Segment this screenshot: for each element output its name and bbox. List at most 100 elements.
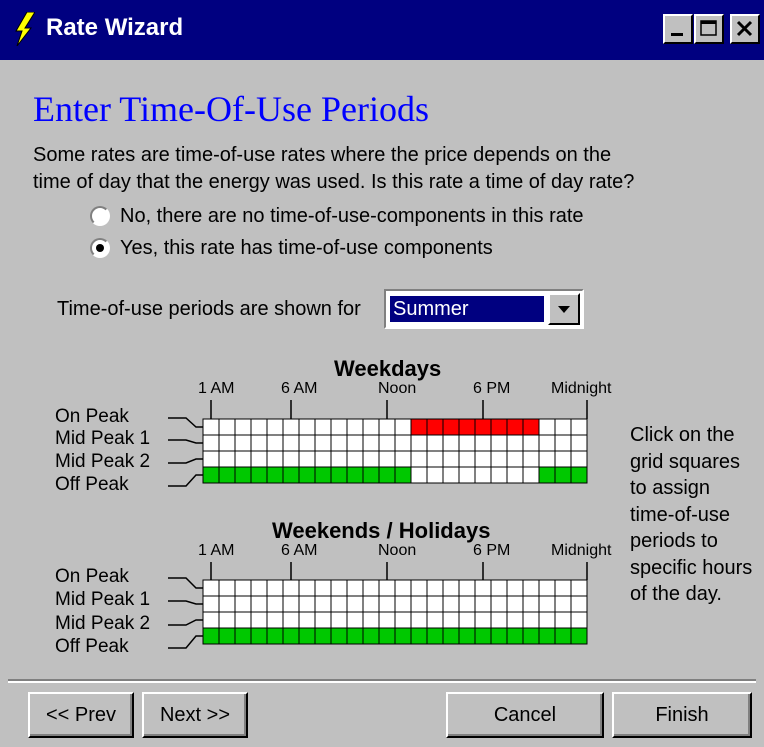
grid-cell[interactable] — [570, 595, 588, 613]
grid-cell[interactable] — [506, 595, 524, 613]
grid-cell[interactable] — [266, 579, 284, 597]
grid-cell[interactable] — [234, 627, 252, 645]
grid-cell[interactable] — [234, 611, 252, 629]
grid-cell[interactable] — [474, 418, 492, 436]
grid-cell[interactable] — [346, 418, 364, 436]
grid-cell[interactable] — [218, 595, 236, 613]
grid-cell[interactable] — [362, 450, 380, 468]
grid-cell[interactable] — [490, 627, 508, 645]
grid-cell[interactable] — [458, 434, 476, 452]
grid-cell[interactable] — [202, 627, 220, 645]
grid-cell[interactable] — [234, 418, 252, 436]
grid-cell[interactable] — [218, 627, 236, 645]
grid-cell[interactable] — [218, 418, 236, 436]
grid-cell[interactable] — [554, 595, 572, 613]
grid-cell[interactable] — [298, 595, 316, 613]
grid-cell[interactable] — [346, 579, 364, 597]
grid-cell[interactable] — [234, 450, 252, 468]
grid-cell[interactable] — [346, 595, 364, 613]
grid-cell[interactable] — [282, 418, 300, 436]
grid-cell[interactable] — [314, 579, 332, 597]
grid-cell[interactable] — [442, 466, 460, 484]
grid-cell[interactable] — [394, 611, 412, 629]
cancel-button[interactable]: Cancel — [446, 692, 604, 738]
grid-cell[interactable] — [378, 579, 396, 597]
grid-cell[interactable] — [506, 579, 524, 597]
grid-cell[interactable] — [298, 418, 316, 436]
grid-cell[interactable] — [378, 595, 396, 613]
grid-cell[interactable] — [522, 579, 540, 597]
grid-cell[interactable] — [554, 450, 572, 468]
grid-cell[interactable] — [282, 434, 300, 452]
grid-cell[interactable] — [314, 434, 332, 452]
grid-cell[interactable] — [426, 418, 444, 436]
grid-cell[interactable] — [314, 450, 332, 468]
grid-cell[interactable] — [394, 627, 412, 645]
grid-cell[interactable] — [506, 466, 524, 484]
grid-cell[interactable] — [506, 418, 524, 436]
grid-cell[interactable] — [202, 595, 220, 613]
grid-cell[interactable] — [250, 595, 268, 613]
grid-cell[interactable] — [410, 418, 428, 436]
grid-cell[interactable] — [218, 450, 236, 468]
grid-cell[interactable] — [426, 434, 444, 452]
grid-cell[interactable] — [202, 466, 220, 484]
grid-cell[interactable] — [570, 450, 588, 468]
grid-cell[interactable] — [250, 611, 268, 629]
grid-cell[interactable] — [570, 611, 588, 629]
grid-cell[interactable] — [522, 466, 540, 484]
grid-cell[interactable] — [570, 418, 588, 436]
grid-cell[interactable] — [330, 434, 348, 452]
grid-cell[interactable] — [538, 579, 556, 597]
next-button[interactable]: Next >> — [142, 692, 248, 738]
grid-cell[interactable] — [474, 579, 492, 597]
grid-cell[interactable] — [394, 450, 412, 468]
grid-cell[interactable] — [330, 466, 348, 484]
grid-cell[interactable] — [250, 418, 268, 436]
grid-cell[interactable] — [458, 418, 476, 436]
grid-cell[interactable] — [378, 466, 396, 484]
grid-cell[interactable] — [410, 434, 428, 452]
grid-cell[interactable] — [234, 434, 252, 452]
grid-cell[interactable] — [330, 595, 348, 613]
grid-cell[interactable] — [490, 579, 508, 597]
grid-cell[interactable] — [250, 627, 268, 645]
grid-cell[interactable] — [410, 466, 428, 484]
grid-cell[interactable] — [426, 611, 444, 629]
grid-cell[interactable] — [458, 466, 476, 484]
grid-cell[interactable] — [506, 627, 524, 645]
grid-cell[interactable] — [522, 595, 540, 613]
grid-cell[interactable] — [330, 450, 348, 468]
grid-cell[interactable] — [298, 579, 316, 597]
grid-cell[interactable] — [202, 579, 220, 597]
grid-cell[interactable] — [458, 611, 476, 629]
grid-cell[interactable] — [490, 466, 508, 484]
grid-cell[interactable] — [426, 595, 444, 613]
grid-cell[interactable] — [490, 434, 508, 452]
grid-cell[interactable] — [554, 434, 572, 452]
grid-cell[interactable] — [266, 466, 284, 484]
grid-cell[interactable] — [394, 434, 412, 452]
grid-cell[interactable] — [282, 466, 300, 484]
grid-cell[interactable] — [346, 434, 364, 452]
grid-cell[interactable] — [458, 595, 476, 613]
grid-cell[interactable] — [410, 595, 428, 613]
grid-cell[interactable] — [394, 595, 412, 613]
grid-cell[interactable] — [282, 450, 300, 468]
grid-cell[interactable] — [426, 466, 444, 484]
grid-cell[interactable] — [538, 595, 556, 613]
grid-cell[interactable] — [410, 627, 428, 645]
grid-cell[interactable] — [490, 450, 508, 468]
grid-cell[interactable] — [298, 466, 316, 484]
grid-cell[interactable] — [522, 627, 540, 645]
grid-cell[interactable] — [426, 627, 444, 645]
grid-cell[interactable] — [538, 466, 556, 484]
grid-cell[interactable] — [522, 434, 540, 452]
grid-cell[interactable] — [362, 466, 380, 484]
grid-cell[interactable] — [250, 466, 268, 484]
grid-cell[interactable] — [362, 627, 380, 645]
grid-cell[interactable] — [346, 466, 364, 484]
grid-cell[interactable] — [314, 627, 332, 645]
grid-cell[interactable] — [442, 579, 460, 597]
grid-cell[interactable] — [234, 595, 252, 613]
